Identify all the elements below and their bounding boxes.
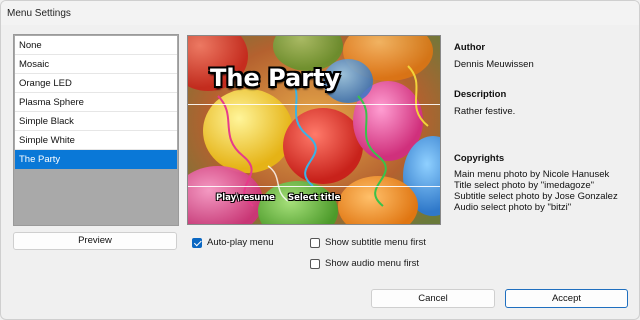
cancel-button[interactable]: Cancel xyxy=(371,289,495,308)
description-heading: Description xyxy=(454,89,507,100)
copyrights-value: Main menu photo by Nicole Hanusek Title … xyxy=(454,169,618,213)
copyrights-heading: Copyrights xyxy=(454,153,505,164)
menu-preview: The Party Play\resume Select title xyxy=(187,35,441,225)
list-item-selected[interactable]: The Party xyxy=(15,150,177,169)
list-item[interactable]: Simple White xyxy=(15,131,177,150)
list-item[interactable]: None xyxy=(15,36,177,55)
copyright-line: Title select photo by "imedagoze" xyxy=(454,180,594,191)
menu-settings-dialog: Menu Settings None Mosaic Orange LED Pla… xyxy=(0,0,640,320)
menu-list[interactable]: None Mosaic Orange LED Plasma Sphere Sim… xyxy=(13,34,179,226)
list-item[interactable]: Plasma Sphere xyxy=(15,93,177,112)
description-value: Rather festive. xyxy=(454,106,516,117)
author-heading: Author xyxy=(454,42,486,53)
preview-title: The Party xyxy=(210,64,341,92)
copyright-line: Audio select photo by "bitzi" xyxy=(454,202,572,213)
preview-divider-top xyxy=(188,104,440,105)
list-item[interactable]: Orange LED xyxy=(15,74,177,93)
list-item[interactable]: Simple Black xyxy=(15,112,177,131)
accept-button[interactable]: Accept xyxy=(505,289,628,308)
preview-divider-bottom xyxy=(188,186,440,187)
autoplay-checkbox[interactable]: Auto-play menu xyxy=(192,237,274,248)
subtitle-first-checkbox[interactable]: Show subtitle menu first xyxy=(310,237,426,248)
audio-first-checkbox[interactable]: Show audio menu first xyxy=(310,258,419,269)
checkbox-checked-icon xyxy=(192,237,202,248)
preview-play-label: Play\resume xyxy=(216,193,275,203)
title-bar: Menu Settings xyxy=(1,1,639,25)
checkbox-unchecked-icon xyxy=(310,237,320,248)
author-value: Dennis Meuwissen xyxy=(454,59,534,70)
autoplay-label: Auto-play menu xyxy=(207,237,274,248)
preview-button[interactable]: Preview xyxy=(13,232,177,250)
copyright-line: Subtitle select photo by Jose Gonzalez xyxy=(454,191,618,202)
preview-select-label: Select title xyxy=(288,193,341,203)
checkbox-unchecked-icon xyxy=(310,258,320,269)
list-item[interactable]: Mosaic xyxy=(15,55,177,74)
copyright-line: Main menu photo by Nicole Hanusek xyxy=(454,169,610,180)
subtitle-first-label: Show subtitle menu first xyxy=(325,237,426,248)
audio-first-label: Show audio menu first xyxy=(325,258,419,269)
window-title: Menu Settings xyxy=(7,8,71,19)
